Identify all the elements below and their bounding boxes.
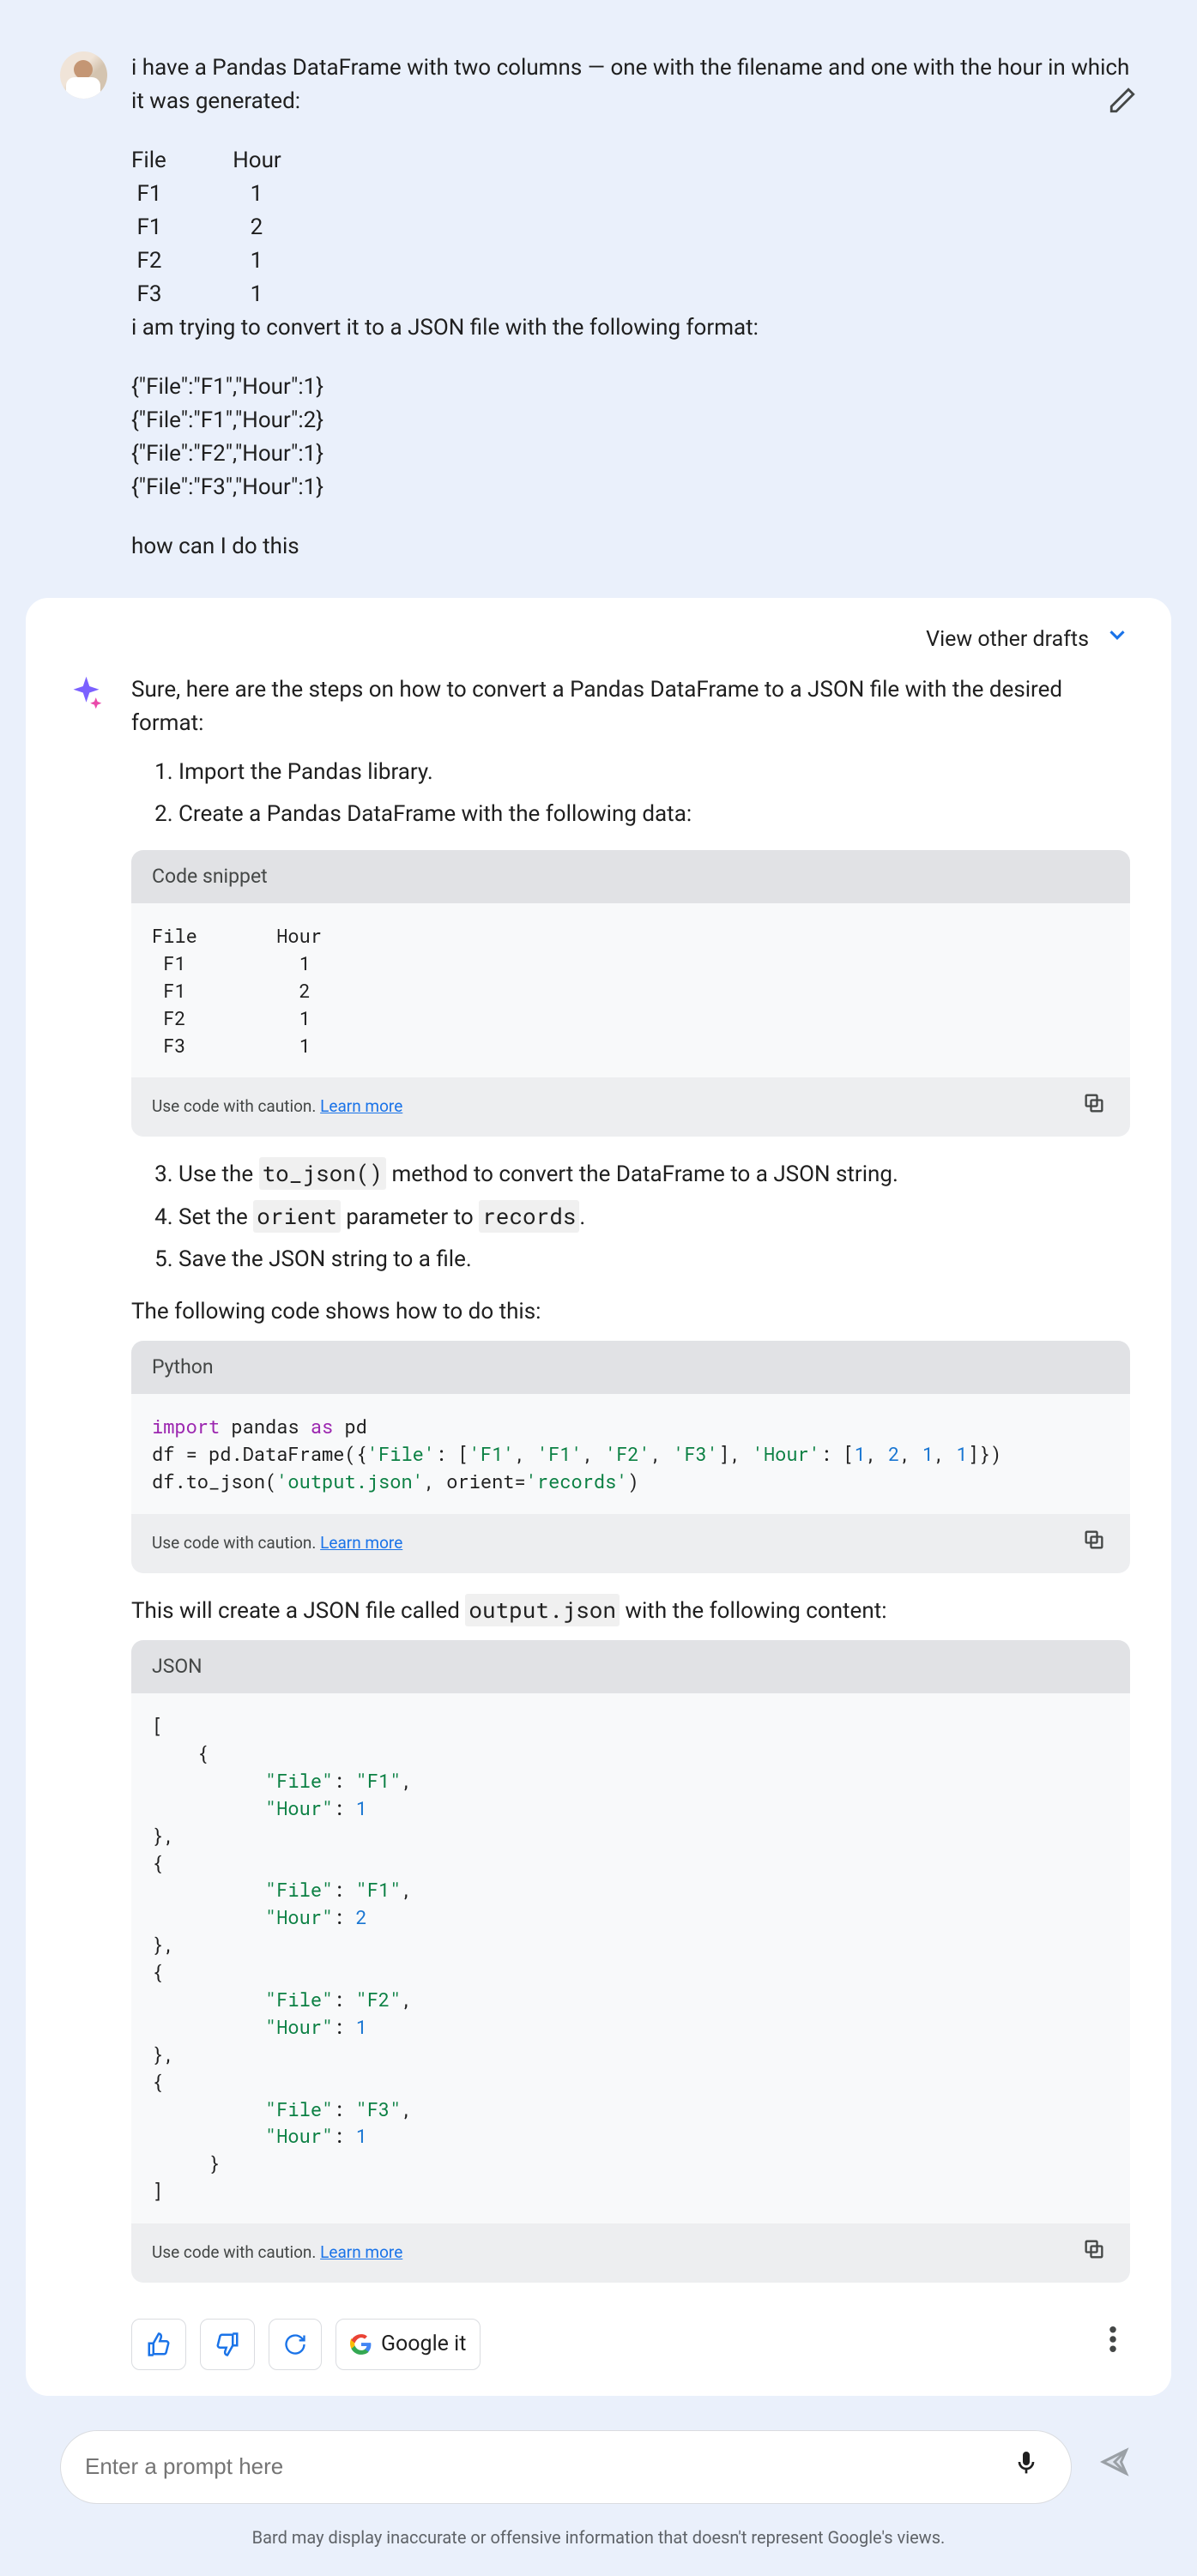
inline-code: to_json() — [259, 1157, 386, 1190]
chevron-down-icon — [1104, 622, 1130, 658]
learn-more-link[interactable]: Learn more — [320, 1096, 402, 1116]
response-intro: Sure, here are the steps on how to conve… — [131, 673, 1130, 740]
google-logo-icon — [350, 2333, 372, 2356]
disclaimer-text: Bard may display inaccurate or offensive… — [60, 2525, 1137, 2550]
user-convert-line: i am trying to convert it to a JSON file… — [131, 311, 1137, 345]
code-body: import pandas as pd df = pd.DataFrame({'… — [131, 1394, 1130, 1514]
thumbs-up-button[interactable] — [131, 2319, 186, 2370]
prompt-input-wrap[interactable] — [60, 2430, 1072, 2504]
user-closing: how can I do this — [131, 530, 1137, 564]
caution-text: Use code with caution. Learn more — [152, 2241, 402, 2265]
step-2: Create a Pandas DataFrame with the follo… — [178, 798, 1130, 831]
user-avatar — [60, 51, 107, 99]
code-header: JSON — [131, 1640, 1130, 1694]
following-code-line: The following code shows how to do this: — [131, 1295, 1130, 1329]
learn-more-link[interactable]: Learn more — [320, 2242, 402, 2262]
prompt-input[interactable] — [85, 2453, 1006, 2480]
bard-sparkle-icon — [67, 673, 114, 721]
code-body: File Hour F1 1 F1 2 F2 1 F3 1 — [131, 903, 1130, 1077]
caution-text: Use code with caution. Learn more — [152, 1531, 402, 1556]
step-3: Use the to_json() method to convert the … — [178, 1157, 1130, 1191]
response-card: View other drafts Sure, here are the ste… — [26, 598, 1171, 2396]
caution-text: Use code with caution. Learn more — [152, 1095, 402, 1119]
mic-icon[interactable] — [1006, 2441, 1047, 2493]
user-message: i have a Pandas DataFrame with two colum… — [0, 34, 1197, 598]
user-table: File Hour F1 1 F1 2 F2 1 F3 1 — [131, 144, 1137, 311]
send-button[interactable] — [1092, 2440, 1137, 2495]
step-5: Save the JSON string to a file. — [178, 1243, 1130, 1276]
user-json-block: {"File":"F1","Hour":1} {"File":"F1","Hou… — [131, 371, 1137, 504]
code-block-snippet: Code snippet File Hour F1 1 F1 2 F2 1 F3… — [131, 850, 1130, 1137]
google-it-button[interactable]: Google it — [336, 2319, 481, 2370]
inline-code: records — [479, 1200, 579, 1233]
thumbs-down-button[interactable] — [200, 2319, 255, 2370]
code-body: [ { "File": "F1", "Hour": 1 }, { "File":… — [131, 1693, 1130, 2223]
creates-line: This will create a JSON file called outp… — [131, 1594, 1130, 1628]
code-block-python: Python import pandas as pd df = pd.DataF… — [131, 1341, 1130, 1573]
steps-list-b: Use the to_json() method to convert the … — [131, 1157, 1130, 1276]
google-it-label: Google it — [381, 2328, 466, 2361]
prompt-area: Bard may display inaccurate or offensive… — [0, 2396, 1197, 2550]
steps-list-a: Import the Pandas library. Create a Pand… — [131, 756, 1130, 831]
view-other-drafts-button[interactable]: View other drafts — [26, 598, 1171, 673]
copy-icon[interactable] — [1079, 1088, 1109, 1126]
user-text-intro: i have a Pandas DataFrame with two colum… — [131, 51, 1137, 118]
code-header: Python — [131, 1341, 1130, 1395]
code-header: Code snippet — [131, 850, 1130, 904]
step-4: Set the orient parameter to records. — [178, 1200, 1130, 1234]
copy-icon[interactable] — [1079, 1524, 1109, 1563]
code-block-json: JSON [ { "File": "F1", "Hour": 1 }, { "F… — [131, 1640, 1130, 2283]
inline-code: orient — [253, 1200, 341, 1233]
edit-icon[interactable] — [1108, 86, 1137, 125]
copy-icon[interactable] — [1079, 2234, 1109, 2272]
response-actions: Google it — [131, 2303, 1130, 2370]
regenerate-button[interactable] — [269, 2319, 322, 2370]
step-1: Import the Pandas library. — [178, 756, 1130, 789]
drafts-label: View other drafts — [926, 624, 1089, 656]
more-options-button[interactable] — [1096, 2320, 1130, 2369]
inline-code: output.json — [465, 1594, 620, 1626]
learn-more-link[interactable]: Learn more — [320, 1533, 402, 1553]
